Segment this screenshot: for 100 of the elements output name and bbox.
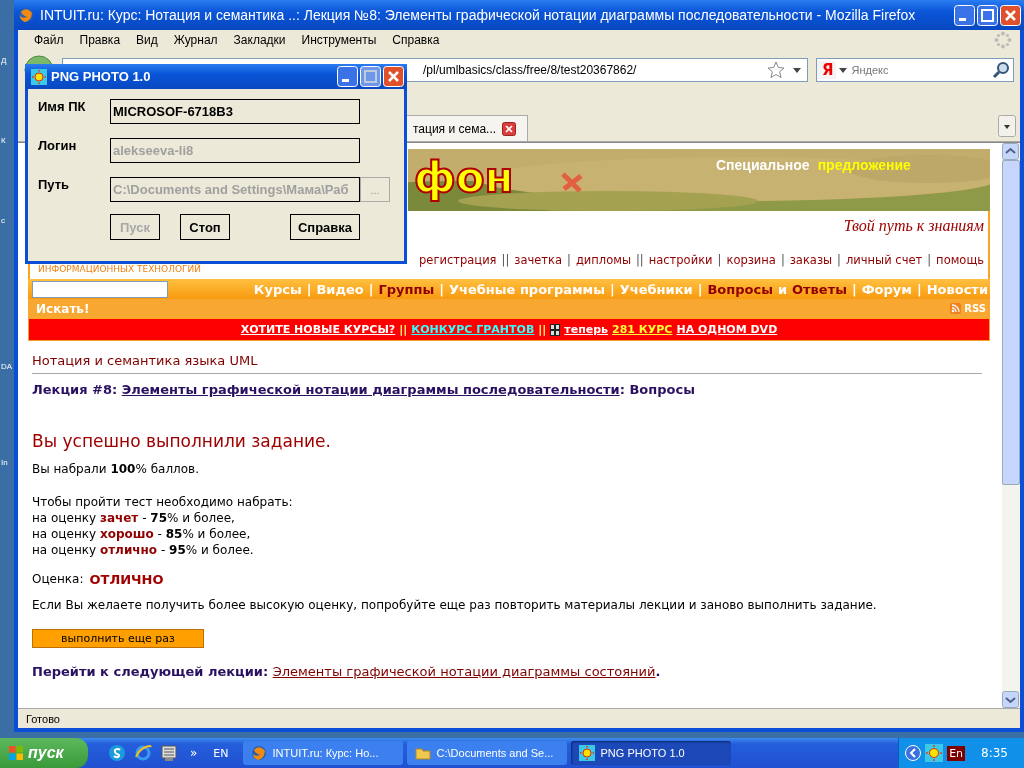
- promo-link[interactable]: НА ОДНОМ DVD: [676, 323, 778, 336]
- grade-value: ОТЛИЧНО: [89, 572, 164, 587]
- header-link[interactable]: настройки: [648, 253, 713, 267]
- maximize-button[interactable]: [977, 4, 998, 26]
- link-separator: ||: [636, 253, 644, 267]
- desktop-icon-label[interactable]: Д: [1, 56, 7, 65]
- advice-text: Если Вы желаете получить более высокую оценку, попробуйте еще раз повторить материалы лекции и заново выполнить задание.: [32, 597, 878, 613]
- link-separator: |: [851, 281, 857, 297]
- tagline: Твой путь к знаниям: [843, 217, 984, 235]
- taskbar-button[interactable]: C:\Documents and Se...: [406, 741, 567, 765]
- link-separator: |: [916, 281, 922, 297]
- promo-link[interactable]: 281 КУРС: [612, 323, 673, 336]
- scrollbar[interactable]: [1002, 143, 1020, 708]
- desktop-icon-label[interactable]: К: [1, 136, 6, 145]
- link-separator: |: [567, 253, 571, 267]
- menu-item[interactable]: Правка: [71, 33, 129, 47]
- header-link[interactable]: помощь: [936, 253, 984, 267]
- scroll-up-button[interactable]: [1002, 143, 1019, 160]
- retry-button[interactable]: выполнить еще раз: [32, 629, 204, 648]
- field-label: Имя ПК: [38, 99, 87, 114]
- header-link[interactable]: корзина: [726, 253, 776, 267]
- link-separator: |: [927, 253, 932, 267]
- header-link[interactable]: зачетка: [514, 253, 562, 267]
- field-label: Путь: [38, 177, 71, 192]
- folder-icon: [414, 745, 431, 761]
- desktop-icon-label[interactable]: DA: [1, 362, 13, 371]
- dialog-button[interactable]: Справка: [290, 214, 360, 240]
- dropdown-icon[interactable]: [838, 67, 847, 73]
- requirement-line: на оценку зачет - 75% и более,: [32, 510, 236, 526]
- tab-close-icon[interactable]: [502, 121, 517, 136]
- link-separator: ||: [399, 323, 408, 336]
- next-lecture-text: Перейти к следующей лекции: Элементы графической нотации диаграммы состояний.: [32, 664, 662, 679]
- language-indicator[interactable]: En: [947, 745, 966, 761]
- link-separator: |: [717, 253, 722, 267]
- banner-offer-text: Специальное: [716, 157, 810, 173]
- window-title: INTUIT.ru: Курс: Нотация и семантика ..: Лекция №8: Элементы графической нотации диаграммы последовательности - Mozilla Firefox: [40, 7, 917, 23]
- browser-logo-icon: [250, 745, 267, 761]
- promo-link[interactable]: ХОТИТЕ НОВЫЕ КУРСЫ?: [240, 323, 396, 336]
- tab-list-button[interactable]: [998, 115, 1016, 137]
- more-button[interactable]: »: [186, 746, 206, 760]
- link-separator: |: [837, 253, 841, 267]
- clock: 8:35: [981, 746, 1008, 760]
- taskbar-button[interactable]: INTUIT.ru: Курс: Но...: [242, 741, 403, 765]
- grade-label: Оценка:: [32, 572, 84, 587]
- close-button[interactable]: [383, 66, 404, 87]
- dvd-icon: [550, 323, 561, 336]
- link-separator: |: [368, 281, 374, 297]
- banner-offer-highlight: предложение: [817, 157, 911, 173]
- start-button[interactable]: пуск: [0, 738, 88, 768]
- minimize-button[interactable]: [954, 4, 975, 26]
- search-engine-logo[interactable]: Я: [817, 61, 836, 79]
- scroll-thumb[interactable]: [1002, 160, 1020, 485]
- menu-item[interactable]: Закладки: [225, 33, 294, 47]
- desktop-icon-label[interactable]: с: [1, 216, 5, 225]
- promo-link[interactable]: теперь: [564, 323, 609, 336]
- input-field[interactable]: MICROSOF-6718B3: [110, 99, 360, 124]
- taskbar-button[interactable]: PNG PHOTO 1.0: [570, 741, 731, 765]
- lecture-link[interactable]: Элементы графической нотации диаграммы последовательности: [121, 382, 620, 397]
- lecture-heading: Лекция #8: Элементы графической нотации диаграммы последовательности: Вопросы: [32, 382, 696, 397]
- course-title: Нотация и семантика языка UML: [32, 353, 982, 374]
- link-separator: |: [697, 281, 703, 297]
- site-subtitle: ИНФОРМАЦИОННЫХ ТЕХНОЛОГИЙ: [37, 265, 201, 274]
- scroll-down-button[interactable]: [1002, 691, 1019, 708]
- language-indicator[interactable]: EN: [205, 746, 243, 760]
- requirement-line: на оценку отлично - 95% и более.: [32, 542, 255, 558]
- menu-item[interactable]: Журнал: [165, 33, 226, 47]
- header-link[interactable]: заказы: [789, 253, 833, 267]
- header-link[interactable]: дипломы: [575, 253, 631, 267]
- expand-tray-icon[interactable]: [905, 745, 922, 761]
- sun-icon: [31, 68, 47, 85]
- score-text: Вы набрали 100% баллов.: [32, 461, 200, 477]
- nav-link[interactable]: Ответы: [792, 281, 847, 297]
- menu-item[interactable]: Инструменты: [293, 33, 385, 47]
- sun-icon: [578, 745, 595, 761]
- dropdown-icon[interactable]: [793, 67, 801, 73]
- promo-link[interactable]: КОНКУРС ГРАНТОВ: [411, 323, 535, 336]
- nav-text: и: [777, 281, 787, 297]
- desktop-icon[interactable]: [160, 744, 178, 762]
- menu-item[interactable]: Справка: [384, 33, 448, 47]
- nav-link[interactable]: Вопросы: [707, 281, 773, 297]
- header-link[interactable]: личный счет: [846, 253, 923, 267]
- next-lecture-link[interactable]: Элементы графической нотации диаграммы состояний: [272, 664, 656, 679]
- field-label: Логин: [38, 138, 78, 153]
- ie-icon[interactable]: [134, 744, 152, 762]
- header-link[interactable]: регистрация: [419, 253, 497, 267]
- menu-item[interactable]: Вид: [128, 33, 166, 47]
- rss-icon[interactable]: [950, 303, 962, 314]
- maximize-button[interactable]: [360, 66, 381, 87]
- link-separator: ||: [501, 253, 510, 267]
- search-icon[interactable]: [992, 61, 1010, 79]
- menu-item[interactable]: Файл: [26, 33, 72, 47]
- star-icon[interactable]: [767, 61, 785, 79]
- sun-icon[interactable]: [925, 744, 944, 762]
- dialog-button[interactable]: Стоп: [180, 214, 230, 240]
- search-field[interactable]: Я Яндекс: [816, 58, 1014, 82]
- desktop-icon-label[interactable]: In: [1, 458, 8, 467]
- close-button[interactable]: [1000, 4, 1021, 26]
- nav-link[interactable]: Группы: [378, 281, 435, 297]
- site-search-field[interactable]: [32, 280, 168, 298]
- minimize-button[interactable]: [337, 66, 358, 87]
